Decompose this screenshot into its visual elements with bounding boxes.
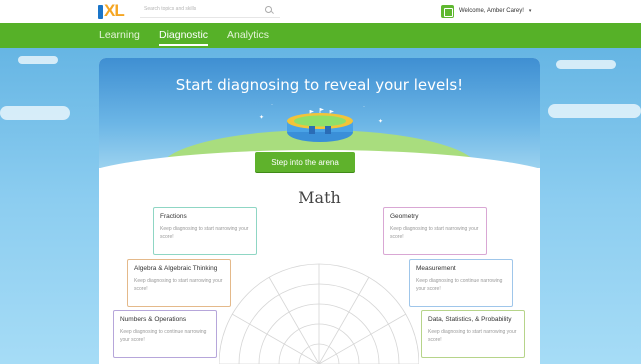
subject-title: Math	[298, 188, 341, 207]
skill-description: Keep diagnosing to start narrowing your …	[428, 329, 517, 343]
skill-name: Data, Statistics, & Probability	[428, 316, 512, 323]
step-into-arena-button[interactable]: Step into the arena	[255, 152, 355, 172]
skill-description: Keep diagnosing to start narrowing your …	[134, 278, 223, 292]
sparkle-icon: ✦	[259, 115, 265, 121]
arena-icon	[287, 108, 353, 142]
skill-card-numbers-operations[interactable]: Numbers & Operations Keep diagnosing to …	[113, 310, 217, 358]
cloud	[0, 106, 70, 120]
nav-tab-diagnostic[interactable]: Diagnostic	[159, 29, 209, 46]
cloud	[18, 56, 58, 64]
skill-card-data-statistics[interactable]: Data, Statistics, & Probability Keep dia…	[421, 310, 525, 358]
ixl-logo[interactable]: XL	[98, 1, 125, 20]
skill-name: Fractions	[160, 213, 187, 220]
nav-tab-learning[interactable]: Learning	[99, 29, 140, 41]
skill-card-fractions[interactable]: Fractions Keep diagnosing to start narro…	[153, 207, 257, 255]
skill-description: Keep diagnosing to start narrowing your …	[160, 226, 249, 240]
skill-card-measurement[interactable]: Measurement Keep diagnosing to continue …	[409, 259, 513, 307]
cloud	[548, 104, 641, 118]
skill-name: Numbers & Operations	[120, 316, 187, 323]
diagnostic-card: Start diagnosing to reveal your levels! …	[99, 58, 540, 364]
skill-card-geometry[interactable]: Geometry Keep diagnosing to start narrow…	[383, 207, 487, 255]
ixl-logo-text: XL	[104, 1, 125, 20]
search-icon[interactable]	[265, 6, 272, 13]
main-nav: Learning Diagnostic Analytics	[0, 23, 641, 48]
top-header: XL Search topics and skills Welcome, Amb…	[0, 0, 641, 23]
skill-card-algebra[interactable]: Algebra & Algebraic Thinking Keep diagno…	[127, 259, 231, 307]
sparkle-icon: ·	[271, 102, 273, 108]
skill-name: Algebra & Algebraic Thinking	[134, 265, 218, 272]
user-greeting[interactable]: Welcome, Amber Carey!	[459, 8, 524, 14]
user-menu[interactable]: Welcome, Amber Carey! ▾	[441, 4, 531, 18]
skill-name: Geometry	[390, 213, 419, 220]
skill-name: Measurement	[416, 265, 456, 272]
ixl-logo-mark	[98, 5, 103, 19]
sparkle-icon: ✦	[378, 119, 384, 125]
chevron-down-icon[interactable]: ▾	[529, 8, 532, 14]
search-placeholder: Search topics and skills	[144, 6, 197, 12]
hero-title: Start diagnosing to reveal your levels!	[175, 76, 464, 94]
cloud	[556, 60, 616, 69]
skill-description: Keep diagnosing to start narrowing your …	[390, 226, 479, 240]
sparkle-icon: ·	[363, 104, 365, 110]
skill-description: Keep diagnosing to continue narrowing yo…	[120, 329, 207, 343]
skill-description: Keep diagnosing to continue narrowing yo…	[416, 278, 503, 292]
search-input[interactable]: Search topics and skills	[140, 4, 280, 18]
nav-tab-analytics[interactable]: Analytics	[227, 29, 269, 41]
avatar[interactable]	[441, 4, 454, 18]
